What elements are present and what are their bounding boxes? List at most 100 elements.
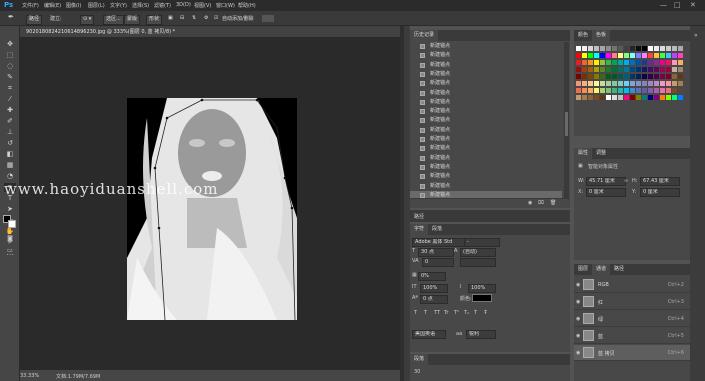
- color-swatch[interactable]: [642, 46, 647, 51]
- color-swatch[interactable]: [594, 74, 599, 79]
- color-swatch[interactable]: [630, 95, 635, 100]
- color-swatch[interactable]: [600, 67, 605, 72]
- color-swatch[interactable]: [582, 88, 587, 93]
- color-swatch[interactable]: [672, 74, 677, 79]
- color-swatch[interactable]: [606, 67, 611, 72]
- color-swatch[interactable]: [666, 81, 671, 86]
- color-swatch[interactable]: [618, 74, 623, 79]
- zoom-level[interactable]: 33.33%: [20, 373, 39, 379]
- color-swatch[interactable]: [576, 81, 581, 86]
- color-swatch[interactable]: [678, 67, 683, 72]
- color-swatch[interactable]: [618, 53, 623, 58]
- menu-type[interactable]: 文字(Y): [110, 2, 127, 9]
- color-swatch[interactable]: [618, 67, 623, 72]
- color-swatch[interactable]: [612, 81, 617, 86]
- text-style-button[interactable]: T¹: [454, 310, 459, 316]
- color-swatch[interactable]: [678, 46, 683, 51]
- color-swatch[interactable]: [678, 74, 683, 79]
- font-size-field[interactable]: 30 点: [418, 248, 454, 257]
- color-swatch[interactable]: [666, 74, 671, 79]
- color-swatch[interactable]: [582, 46, 587, 51]
- color-swatch[interactable]: [660, 88, 665, 93]
- visibility-eye-icon[interactable]: ◉: [576, 350, 580, 356]
- text-style-button[interactable]: T: [424, 310, 427, 316]
- color-swatch[interactable]: [660, 46, 665, 51]
- history-item[interactable]: 新建锚点: [410, 98, 562, 107]
- color-swatch[interactable]: [660, 53, 665, 58]
- color-swatch[interactable]: [654, 74, 659, 79]
- tab-history[interactable]: 历史记录: [410, 30, 439, 41]
- tab-layers[interactable]: 图层: [574, 264, 592, 275]
- gradient-tool-icon[interactable]: ▦: [4, 161, 16, 170]
- color-swatch[interactable]: [576, 46, 581, 51]
- tab-paths[interactable]: 路径: [610, 264, 628, 275]
- color-swatch[interactable]: [618, 95, 623, 100]
- gear-icon[interactable]: ⚙: [204, 15, 208, 23]
- color-swatch[interactable]: [588, 53, 593, 58]
- color-swatch[interactable]: [654, 81, 659, 86]
- color-swatch[interactable]: [666, 60, 671, 65]
- maximize-button[interactable]: □: [674, 1, 681, 9]
- tab-paragraph-2[interactable]: 段落: [410, 354, 429, 365]
- color-swatch[interactable]: [636, 60, 641, 65]
- color-swatch[interactable]: [630, 74, 635, 79]
- color-swatch[interactable]: [648, 60, 653, 65]
- color-swatch[interactable]: [582, 60, 587, 65]
- color-swatch[interactable]: [666, 95, 671, 100]
- color-swatch[interactable]: [612, 60, 617, 65]
- history-item[interactable]: 新建锚点: [410, 51, 562, 60]
- color-swatch[interactable]: [654, 53, 659, 58]
- menu-file[interactable]: 文件(F): [22, 2, 39, 9]
- baseline-shift-field[interactable]: 0 点: [420, 295, 448, 304]
- text-style-button[interactable]: TT: [434, 310, 440, 316]
- color-swatch[interactable]: [606, 60, 611, 65]
- color-swatch[interactable]: [612, 53, 617, 58]
- color-swatch[interactable]: [582, 53, 587, 58]
- color-swatch[interactable]: [678, 53, 683, 58]
- color-swatch[interactable]: [588, 67, 593, 72]
- menu-select[interactable]: 选择(S): [132, 2, 149, 9]
- color-swatch[interactable]: [606, 88, 611, 93]
- tab-swatches[interactable]: 色板: [592, 30, 611, 41]
- history-item[interactable]: 新建锚点: [410, 135, 562, 144]
- color-swatch[interactable]: [594, 81, 599, 86]
- color-swatch[interactable]: [588, 81, 593, 86]
- color-swatch[interactable]: [672, 95, 677, 100]
- color-swatch[interactable]: [654, 46, 659, 51]
- brush-tool-icon[interactable]: ✐: [4, 117, 16, 126]
- channel-row[interactable]: ◉ 红 Ctrl+3: [574, 294, 690, 310]
- eraser-tool-icon[interactable]: ◧: [4, 150, 16, 159]
- color-swatch[interactable]: [594, 60, 599, 65]
- color-swatch[interactable]: [642, 67, 647, 72]
- color-swatch[interactable]: [618, 60, 623, 65]
- link-icon[interactable]: ∞: [624, 178, 628, 184]
- language-select[interactable]: 美国英语: [412, 330, 446, 339]
- menu-layer[interactable]: 图层(L): [88, 2, 105, 9]
- color-swatch[interactable]: [588, 88, 593, 93]
- color-swatch[interactable]: [588, 46, 593, 51]
- color-swatch[interactable]: [630, 67, 635, 72]
- color-swatch[interactable]: [672, 88, 677, 93]
- color-swatch[interactable]: [654, 88, 659, 93]
- color-swatch[interactable]: [612, 67, 617, 72]
- color-swatch[interactable]: [600, 95, 605, 100]
- channel-row[interactable]: ◉ 绿 Ctrl+4: [574, 311, 690, 327]
- color-swatch[interactable]: [636, 67, 641, 72]
- color-swatch[interactable]: [636, 95, 641, 100]
- color-swatch[interactable]: [630, 60, 635, 65]
- color-swatch[interactable]: [612, 46, 617, 51]
- history-item[interactable]: 新建锚点: [410, 182, 562, 191]
- color-swatch[interactable]: [600, 46, 605, 51]
- quick-mask-icon[interactable]: ◙: [4, 234, 16, 243]
- selection-button[interactable]: 选区...: [103, 15, 124, 25]
- text-style-button[interactable]: T₁: [464, 310, 469, 316]
- color-swatch[interactable]: [672, 60, 677, 65]
- canvas-image[interactable]: [127, 98, 297, 320]
- background-color-swatch[interactable]: [8, 220, 16, 228]
- path-alignment-icon[interactable]: ⊟: [180, 15, 184, 23]
- tab-paragraph[interactable]: 段落: [428, 224, 446, 235]
- path-arrangement-icon[interactable]: ⇅: [192, 15, 196, 23]
- color-swatch[interactable]: [624, 95, 629, 100]
- color-swatch[interactable]: [666, 88, 671, 93]
- color-swatch[interactable]: [636, 88, 641, 93]
